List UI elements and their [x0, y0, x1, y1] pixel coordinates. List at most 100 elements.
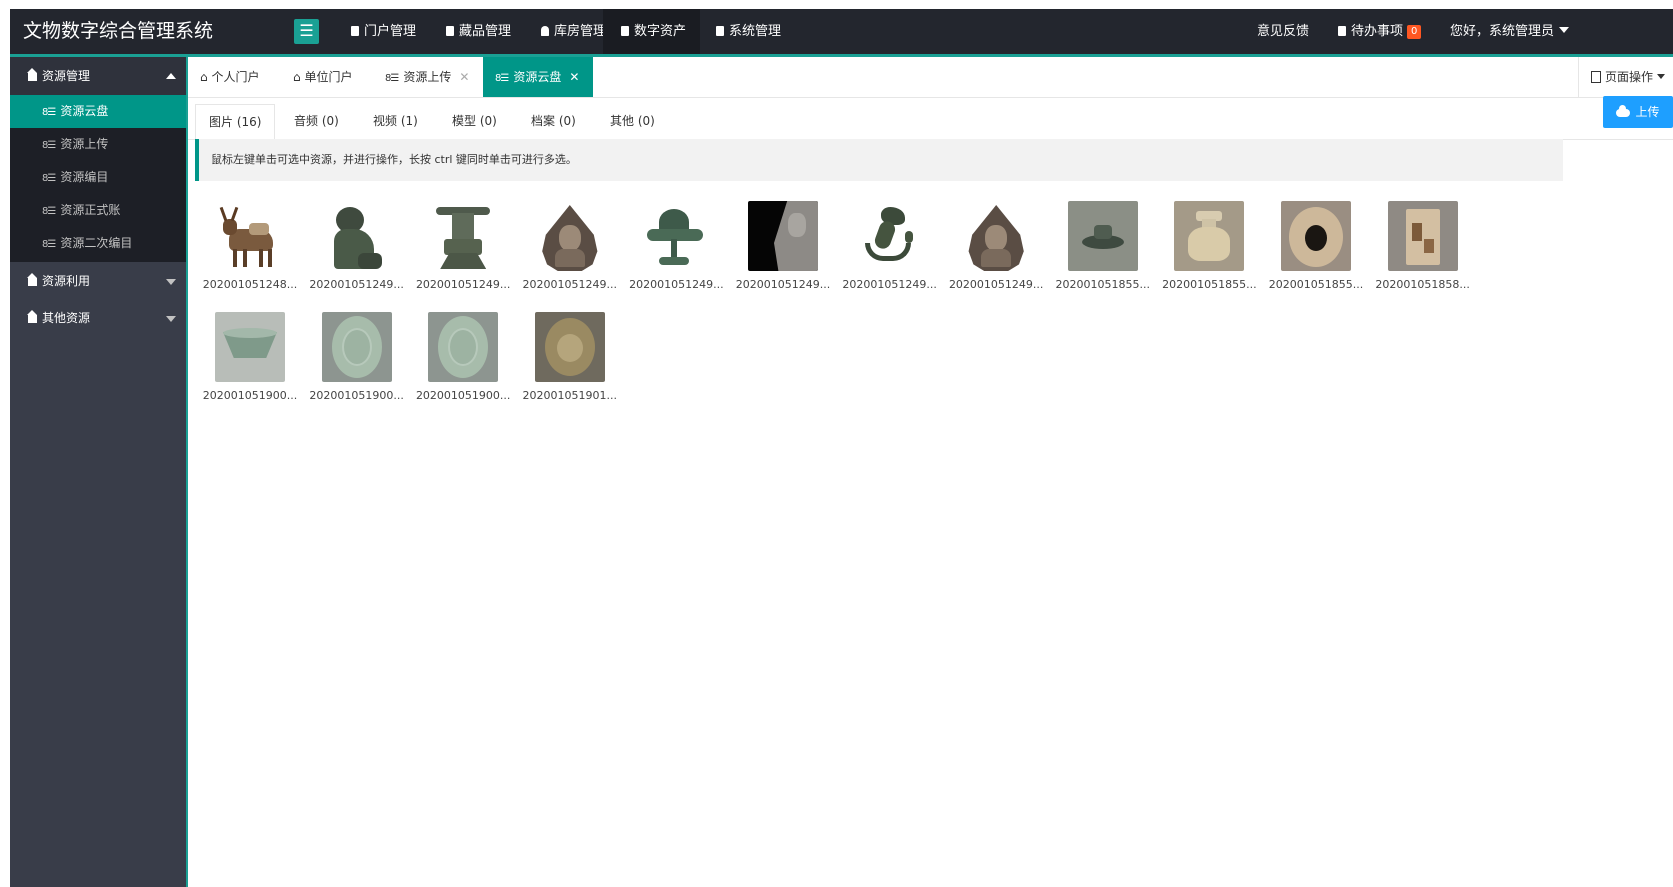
- file-item[interactable]: 202001051900...: [200, 312, 300, 417]
- app-frame: 文物数字综合管理系统 ☰ 门户管理 藏品管理 库房管理 数字资产 系统管理 意见…: [10, 9, 1673, 887]
- file-name: 202001051855...: [1268, 278, 1364, 291]
- file-item[interactable]: 202001051855...: [1053, 201, 1153, 306]
- todo-count-badge: 0: [1407, 25, 1422, 39]
- house-icon: [27, 68, 37, 81]
- file-thumbnail: [641, 201, 712, 271]
- list-icon: 8☰: [385, 73, 399, 84]
- file-thumbnail: [428, 312, 499, 382]
- doc-icon: [1338, 26, 1346, 36]
- file-item[interactable]: 202001051248...: [200, 201, 300, 306]
- close-icon[interactable]: ✕: [459, 70, 469, 84]
- tab-resource-upload[interactable]: 8☰ 资源上传 ✕: [373, 57, 481, 97]
- file-name: 202001051855...: [1162, 278, 1257, 291]
- file-thumbnail: [215, 312, 285, 382]
- nav-system-management[interactable]: 系统管理: [700, 9, 797, 54]
- file-thumbnail: [534, 312, 605, 382]
- list-icon: 8☰: [42, 107, 56, 118]
- nav-digital-assets[interactable]: 数字资产: [603, 9, 700, 54]
- type-tab-other[interactable]: 其他 (0): [597, 104, 668, 139]
- file-name: 202001051855...: [1055, 278, 1151, 291]
- type-tab-video[interactable]: 视频 (1): [360, 104, 431, 139]
- upload-button[interactable]: 上传: [1603, 96, 1673, 128]
- page-operations-dropdown[interactable]: 页面操作: [1577, 57, 1673, 97]
- sidebar-submenu: 8☰ 资源云盘 8☰ 资源上传 8☰ 资源编目 8☰ 资源正式账 8☰ 资源二次编目: [10, 95, 186, 262]
- tab-resource-cloud[interactable]: 8☰ 资源云盘 ✕: [483, 57, 593, 97]
- tab-unit-portal[interactable]: ⌂ 单位门户: [281, 57, 364, 97]
- expand-icon: [166, 279, 176, 285]
- file-item[interactable]: 202001051901...: [520, 312, 620, 417]
- file-item[interactable]: 202001051855...: [1159, 201, 1259, 306]
- sidebar-group-resource-management[interactable]: 资源管理: [10, 57, 186, 95]
- file-item[interactable]: 202001051855...: [1266, 201, 1366, 306]
- doc-icon: [1590, 71, 1601, 83]
- user-icon: [541, 26, 549, 36]
- file-thumbnail: [748, 201, 818, 271]
- cloud-upload-icon: [1616, 105, 1631, 117]
- type-tab-models[interactable]: 模型 (0): [439, 104, 510, 139]
- file-thumbnail: [1281, 201, 1351, 271]
- type-tab-audio[interactable]: 音频 (0): [281, 104, 352, 139]
- house-icon: [27, 273, 37, 286]
- file-name: 202001051249...: [629, 278, 724, 291]
- house-icon: [27, 310, 37, 323]
- nav-portal-management[interactable]: 门户管理: [335, 9, 432, 54]
- list-icon: 8☰: [42, 173, 56, 184]
- feedback-link[interactable]: 意见反馈: [1241, 9, 1325, 54]
- file-item[interactable]: 202001051900...: [413, 312, 513, 417]
- close-icon[interactable]: ✕: [569, 70, 579, 84]
- doc-icon: [446, 26, 454, 36]
- sidebar-item-resource-recatalog[interactable]: 8☰ 资源二次编目: [10, 227, 186, 260]
- user-menu[interactable]: 您好，系统管理员: [1434, 9, 1585, 54]
- sidebar-group-other-resources[interactable]: 其他资源: [10, 299, 186, 337]
- sidebar-item-resource-catalog[interactable]: 8☰ 资源编目: [10, 161, 186, 194]
- file-name: 202001051900...: [415, 389, 511, 402]
- type-tab-images[interactable]: 图片 (16): [195, 104, 276, 140]
- tab-personal-portal[interactable]: ⌂ 个人门户: [188, 57, 271, 97]
- file-item[interactable]: 202001051249...: [733, 201, 833, 306]
- collapse-icon: [166, 73, 176, 79]
- file-thumbnail: [534, 201, 605, 271]
- sidebar-item-resource-ledger[interactable]: 8☰ 资源正式账: [10, 194, 186, 227]
- file-item[interactable]: 202001051249...: [946, 201, 1046, 306]
- file-name: 202001051249...: [415, 278, 511, 291]
- file-thumbnail: [854, 201, 925, 271]
- file-name: 202001051249...: [522, 278, 618, 291]
- expand-icon: [166, 316, 176, 322]
- type-tab-archives[interactable]: 档案 (0): [518, 104, 589, 139]
- file-item[interactable]: 202001051249...: [413, 201, 513, 306]
- sidebar-group-resource-use[interactable]: 资源利用: [10, 262, 186, 300]
- file-thumbnail: [321, 312, 392, 382]
- file-thumbnail: [215, 201, 285, 271]
- sidebar-accent-border: [186, 57, 188, 887]
- caret-down-icon: [1559, 27, 1570, 33]
- doc-icon: [351, 26, 359, 36]
- list-icon: 8☰: [495, 73, 509, 84]
- todo-link[interactable]: 待办事项 0: [1322, 9, 1437, 54]
- file-item[interactable]: 202001051249...: [840, 201, 940, 306]
- file-name: 202001051249...: [948, 278, 1044, 291]
- nav-collection-management[interactable]: 藏品管理: [430, 9, 527, 54]
- file-thumbnail: [321, 201, 392, 271]
- home-icon: ⌂: [293, 70, 305, 84]
- sidebar-item-resource-upload[interactable]: 8☰ 资源上传: [10, 128, 186, 161]
- doc-icon: [716, 26, 724, 36]
- sidebar: 资源管理 8☰ 资源云盘 8☰ 资源上传 8☰ 资源编目 8☰ 资源正式账 8☰ 资源二次…: [10, 57, 186, 887]
- file-item[interactable]: 202001051249...: [307, 201, 407, 306]
- file-thumbnail: [1387, 201, 1458, 271]
- list-icon: 8☰: [42, 140, 56, 151]
- file-name: 202001051900...: [309, 389, 404, 402]
- file-item[interactable]: 202001051249...: [626, 201, 726, 306]
- doc-icon: [621, 26, 629, 36]
- file-item[interactable]: 202001051900...: [307, 312, 407, 417]
- sidebar-item-resource-cloud[interactable]: 8☰ 资源云盘: [10, 95, 186, 128]
- file-item[interactable]: 202001051249...: [520, 201, 620, 306]
- list-icon: 8☰: [42, 239, 56, 250]
- media-type-tabs: 图片 (16) 音频 (0) 视频 (1) 模型 (0) 档案 (0) 其他 (…: [188, 97, 1673, 140]
- file-item[interactable]: 202001051858...: [1373, 201, 1473, 306]
- page-tab-bar: ⌂ 个人门户 ⌂ 单位门户 8☰ 资源上传 ✕ 8☰ 资源云盘 ✕ 页面操作: [188, 57, 1673, 98]
- home-icon: ⌂: [200, 70, 212, 84]
- menu-toggle-button[interactable]: ☰: [294, 19, 319, 44]
- caret-down-icon: [1657, 74, 1665, 79]
- file-name: 202001051249...: [842, 278, 937, 291]
- file-thumbnail: [961, 201, 1032, 271]
